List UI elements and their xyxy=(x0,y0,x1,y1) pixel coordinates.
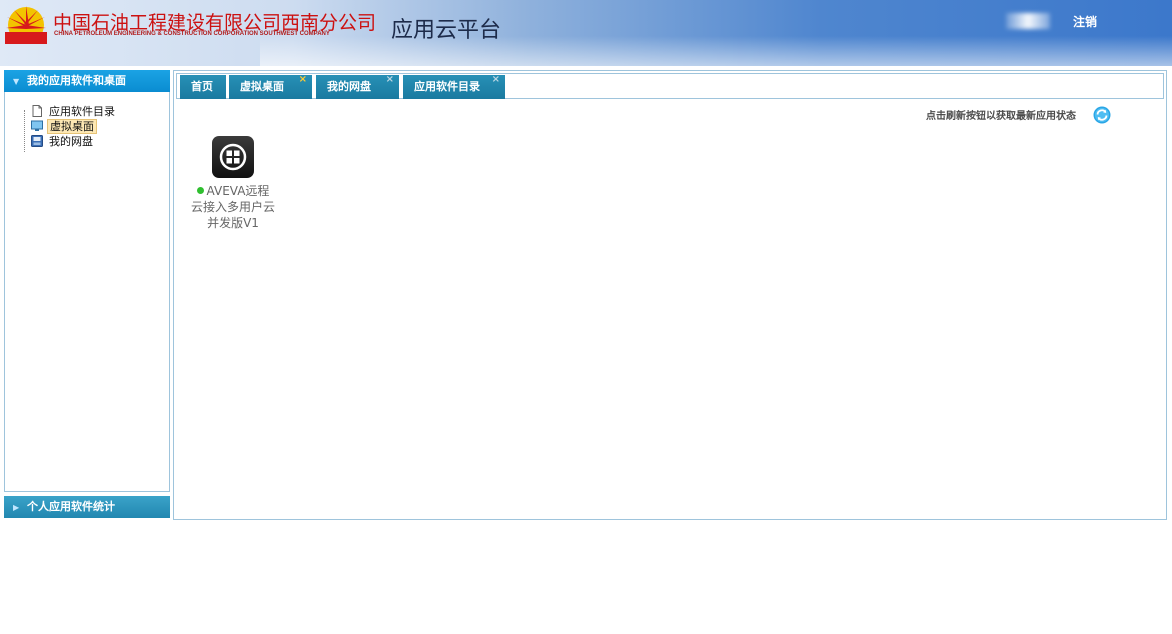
logout-button[interactable]: 注销 xyxy=(1073,13,1097,30)
cnpc-logo-icon xyxy=(5,6,47,44)
tab-home[interactable]: 首页 xyxy=(180,75,226,99)
windows-icon xyxy=(212,136,254,178)
close-icon[interactable]: × xyxy=(386,68,394,92)
main-content: 首页 虚拟桌面 × 我的网盘 × 应用软件目录 × 点击刷新按钮以获取最新应用状… xyxy=(173,70,1167,520)
chevron-right-icon: ▶ xyxy=(13,503,20,512)
nav-tree: 应用软件目录 虚拟桌面 我的网盘 xyxy=(17,104,117,149)
app-name-line: 云接入多用户云 xyxy=(190,200,275,214)
accordion-title: 个人应用软件统计 xyxy=(27,500,115,513)
accordion-title: 我的应用软件和桌面 xyxy=(27,74,126,87)
platform-title: 应用云平台 xyxy=(391,18,502,43)
username-redacted xyxy=(1006,13,1050,29)
tab-label: 首页 xyxy=(191,80,213,93)
app-name-line: AVEVA远程 xyxy=(206,184,270,198)
accordion-header-my-apps[interactable]: ▼ 我的应用软件和桌面 xyxy=(4,70,170,92)
tab-app-catalog[interactable]: 应用软件目录 × xyxy=(403,74,505,99)
sidebar: ▼ 我的应用软件和桌面 应用软件目录 虚拟桌面 我的网盘 ▶ 个人应用软件统计 xyxy=(4,70,170,522)
status-online-indicator xyxy=(196,187,204,194)
tree-item-app-catalog[interactable]: 应用软件目录 xyxy=(31,104,117,119)
tree-item-label: 我的网盘 xyxy=(49,135,93,148)
tab-my-disk[interactable]: 我的网盘 × xyxy=(316,74,399,99)
accordion-panel-my-apps: 应用软件目录 虚拟桌面 我的网盘 xyxy=(4,92,170,492)
windows-logo-icon xyxy=(219,143,247,171)
tree-item-label: 应用软件目录 xyxy=(49,105,115,118)
tab-label: 应用软件目录 xyxy=(414,80,480,93)
refresh-hint: 点击刷新按钮以获取最新应用状态 xyxy=(926,111,1076,122)
monitor-icon xyxy=(31,120,43,131)
disk-icon xyxy=(31,135,43,147)
tab-label: 我的网盘 xyxy=(327,80,371,93)
tab-bar: 首页 虚拟桌面 × 我的网盘 × 应用软件目录 × xyxy=(176,73,1164,99)
app-name-line: 并发版V1 xyxy=(207,216,259,230)
accordion-header-usage-stats[interactable]: ▶ 个人应用软件统计 xyxy=(4,496,170,518)
tab-virtual-desktop[interactable]: 虚拟桌面 × xyxy=(229,74,312,99)
close-icon[interactable]: × xyxy=(492,68,500,92)
app-name: AVEVA远程 云接入多用户云 并发版V1 xyxy=(190,183,276,231)
refresh-icon[interactable] xyxy=(1093,106,1111,124)
tree-item-label: 虚拟桌面 xyxy=(47,119,97,134)
app-tile-aveva[interactable]: AVEVA远程 云接入多用户云 并发版V1 xyxy=(190,136,276,231)
chevron-down-icon: ▼ xyxy=(13,77,20,86)
company-name-english: CHINA PETROLEUM ENGINEERING & CONSTRUCTI… xyxy=(54,31,330,37)
document-icon xyxy=(32,105,42,117)
tree-item-my-disk[interactable]: 我的网盘 xyxy=(31,134,117,149)
tab-label: 虚拟桌面 xyxy=(240,80,284,93)
close-icon[interactable]: × xyxy=(299,68,307,92)
header-banner: 中国石油工程建设有限公司西南分公司 CHINA PETROLEUM ENGINE… xyxy=(0,0,1172,66)
tree-item-virtual-desktop[interactable]: 虚拟桌面 xyxy=(31,119,117,134)
